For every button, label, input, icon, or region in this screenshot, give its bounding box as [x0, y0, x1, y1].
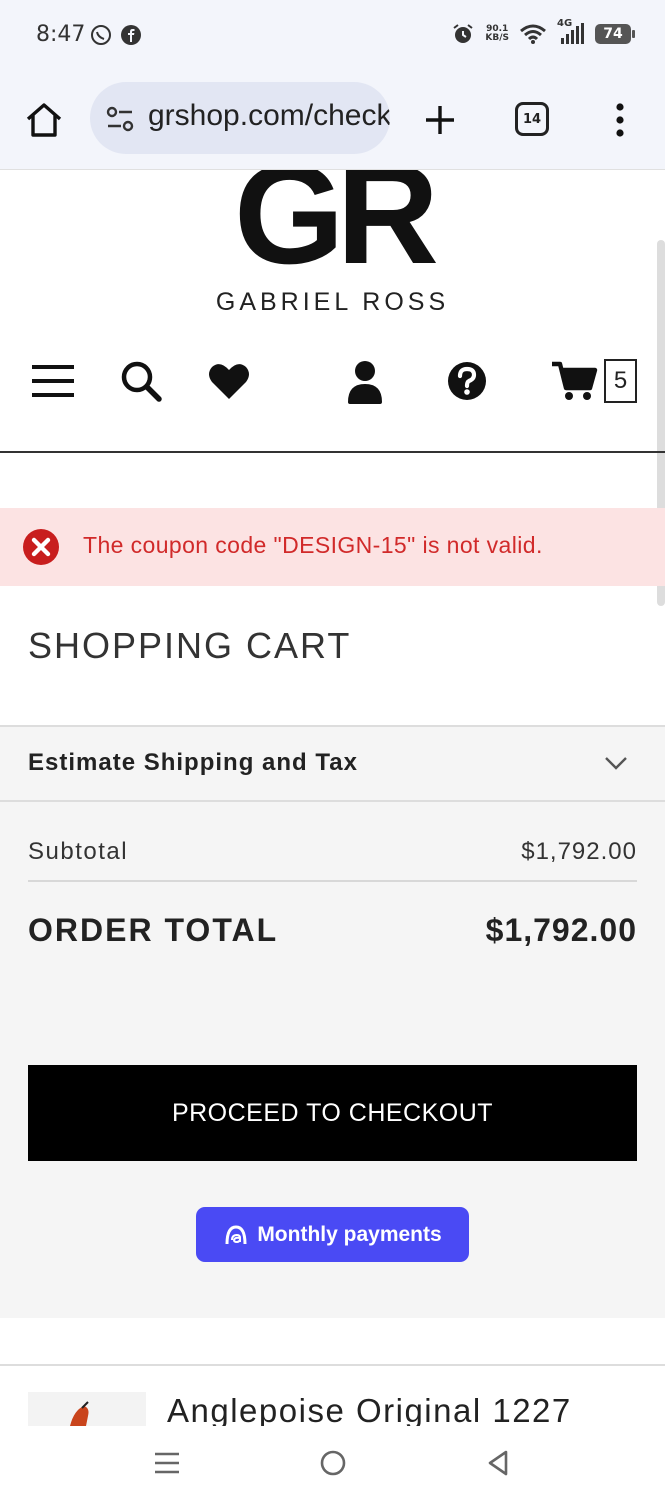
- error-message: The coupon code "DESIGN-15" is not valid…: [0, 508, 665, 586]
- recent-apps-icon[interactable]: [152, 1448, 182, 1478]
- affirm-icon: [225, 1224, 247, 1244]
- heart-icon[interactable]: [206, 358, 252, 404]
- error-text: The coupon code "DESIGN-15" is not valid…: [83, 532, 543, 558]
- back-icon[interactable]: [484, 1448, 514, 1478]
- network-speed: 90.1 KB/S: [485, 24, 509, 43]
- help-icon[interactable]: [444, 358, 490, 404]
- home-circle-icon[interactable]: [318, 1448, 348, 1478]
- summary-divider: [28, 880, 637, 882]
- alarm-icon: [453, 24, 473, 43]
- chevron-down-icon: [605, 757, 627, 770]
- more-options-icon[interactable]: [610, 100, 630, 140]
- status-bar: 8:47 90.1 KB/S 4G 74: [0, 0, 665, 72]
- hamburger-menu-icon[interactable]: [30, 358, 76, 404]
- proceed-to-checkout-button[interactable]: PROCEED TO CHECKOUT: [28, 1065, 637, 1161]
- monthly-payments-button[interactable]: Monthly payments: [196, 1207, 469, 1262]
- site-settings-icon[interactable]: [106, 106, 134, 132]
- header-divider: [0, 451, 665, 453]
- site-logo[interactable]: GR GABRIEL ROSS: [0, 170, 665, 320]
- estimate-shipping-label: Estimate Shipping and Tax: [28, 749, 358, 776]
- cart-icon[interactable]: [550, 358, 598, 404]
- home-icon[interactable]: [24, 100, 64, 140]
- product-thumbnail[interactable]: [28, 1392, 146, 1426]
- status-time: 8:47: [36, 22, 86, 47]
- order-total-label: ORDER TOTAL: [28, 912, 279, 948]
- facebook-icon: [121, 25, 141, 45]
- logo-name: GABRIEL ROSS: [215, 288, 450, 316]
- product-title[interactable]: Anglepoise Original 1227: [167, 1392, 572, 1426]
- monthly-payments-label: Monthly payments: [257, 1222, 442, 1246]
- whatsapp-icon: [91, 25, 111, 45]
- signal-icon: 4G: [557, 18, 585, 46]
- account-icon[interactable]: [342, 358, 388, 404]
- battery-icon: 74: [595, 24, 635, 44]
- order-total-value: $1,792.00: [485, 912, 637, 948]
- cart-item: Anglepoise Original 1227: [0, 1392, 665, 1426]
- search-icon[interactable]: [118, 358, 164, 404]
- address-bar[interactable]: grshop.com/checkout/cart: [90, 82, 390, 154]
- logo-mark: GR: [234, 170, 439, 294]
- browser-toolbar: grshop.com/checkout/cart 14: [0, 72, 665, 170]
- new-tab-icon[interactable]: [420, 100, 460, 140]
- cart-summary: Subtotal $1,792.00 ORDER TOTAL $1,792.00…: [0, 802, 665, 1318]
- item-divider: [0, 1364, 665, 1366]
- url-text[interactable]: grshop.com/checkout/cart: [148, 99, 390, 133]
- page-title: SHOPPING CART: [28, 625, 352, 666]
- subtotal-label: Subtotal: [28, 838, 129, 865]
- subtotal-value: $1,792.00: [521, 838, 637, 865]
- estimate-shipping-toggle[interactable]: Estimate Shipping and Tax: [0, 725, 665, 802]
- tab-switcher-button[interactable]: 14: [515, 102, 549, 136]
- system-nav-bar: [0, 1426, 665, 1500]
- wifi-icon: [520, 24, 546, 44]
- site-nav: 5: [0, 340, 665, 420]
- error-icon: [23, 529, 59, 565]
- cart-count-badge[interactable]: 5: [604, 359, 637, 403]
